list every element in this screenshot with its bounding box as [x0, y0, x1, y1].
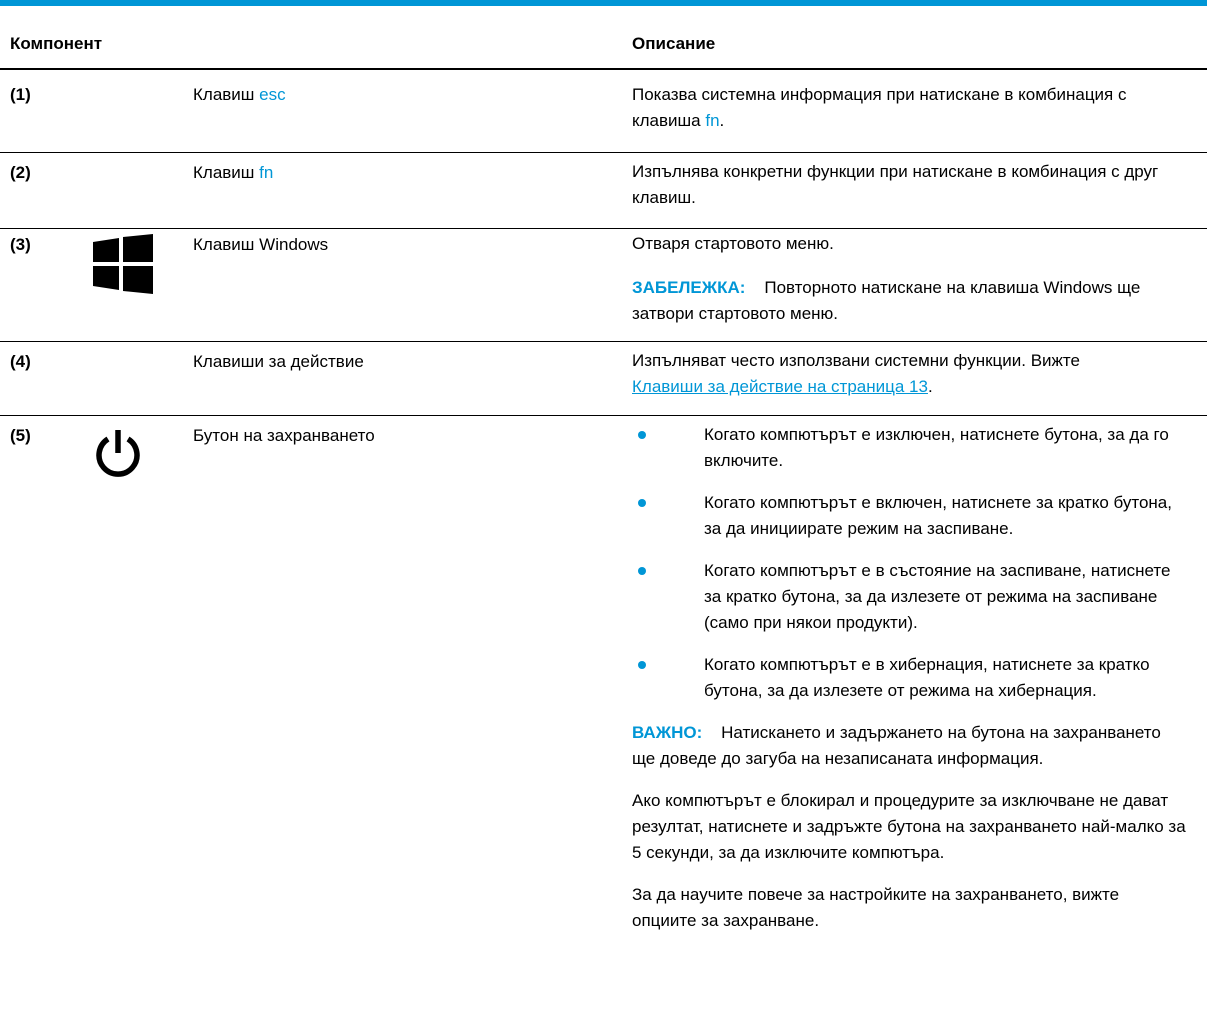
windows-logo-icon [93, 234, 153, 294]
row-number: (2) [10, 163, 31, 182]
note: ЗАБЕЛЕЖКА: Повторното натискане на клави… [632, 278, 1141, 323]
row-number: (1) [10, 85, 31, 104]
table-row: (3) Клавиш Windows Отваря стартовото мен… [0, 229, 1207, 342]
list-item: Когато компютърът е включен, натиснете з… [632, 490, 1187, 542]
key-name: fn [705, 111, 720, 130]
important-note: ВАЖНО: Натискането и задържането на буто… [632, 723, 1161, 768]
cross-reference-link[interactable]: Клавиши за действие на страница 13 [632, 377, 928, 396]
table-row: (5) Бутон на захранването Когато компютъ… [0, 416, 1207, 1036]
table-header: Компонент Описание [0, 6, 1207, 70]
table-row: (1) Клавиш esc Показва системна информац… [0, 70, 1207, 153]
component-name: Бутон на захранването [193, 426, 375, 445]
description: Когато компютърът е изключен, натиснете … [632, 422, 1187, 934]
bullet-icon [638, 499, 646, 507]
power-icon [96, 430, 140, 477]
component-name: Клавиш fn [193, 163, 274, 182]
list-item: Когато компютърът е изключен, натиснете … [632, 422, 1187, 474]
paragraph: За да научите повече за настройките на з… [632, 885, 1120, 930]
bullet-list: Когато компютърът е изключен, натиснете … [632, 422, 1187, 704]
table-row: (2) Клавиш fn Изпълнява конкретни функци… [0, 153, 1207, 229]
description: Показва системна информация при натискан… [632, 85, 1127, 130]
important-label: ВАЖНО: [632, 723, 703, 742]
note-label: ЗАБЕЛЕЖКА: [632, 278, 746, 297]
column-header-component: Компонент [10, 34, 103, 53]
row-number: (4) [10, 352, 31, 371]
description: Изпълнява конкретни функции при натискан… [632, 162, 1159, 207]
list-item: Когато компютърът е в състояние на заспи… [632, 558, 1187, 636]
key-name: esc [259, 85, 286, 104]
bullet-icon [638, 661, 646, 669]
component-name: Клавиш Windows [193, 235, 329, 254]
description: Изпълняват често използвани системни фун… [632, 351, 1080, 396]
list-item: Когато компютърът е в хибернация, натисн… [632, 652, 1187, 704]
component-name: Клавиши за действие [193, 352, 364, 371]
key-name: fn [259, 163, 274, 182]
row-number: (5) [10, 426, 31, 445]
column-header-description: Описание [632, 34, 716, 53]
bullet-icon [638, 567, 646, 575]
component-name: Клавиш esc [193, 85, 286, 104]
bullet-icon [638, 431, 646, 439]
description: Отваря стартовото меню. ЗАБЕЛЕЖКА: Повто… [632, 231, 1187, 327]
table-row: (4) Клавиши за действие Изпълняват често… [0, 342, 1207, 416]
paragraph: Ако компютърът е блокирал и процедурите … [632, 791, 1186, 862]
row-number: (3) [10, 235, 31, 254]
